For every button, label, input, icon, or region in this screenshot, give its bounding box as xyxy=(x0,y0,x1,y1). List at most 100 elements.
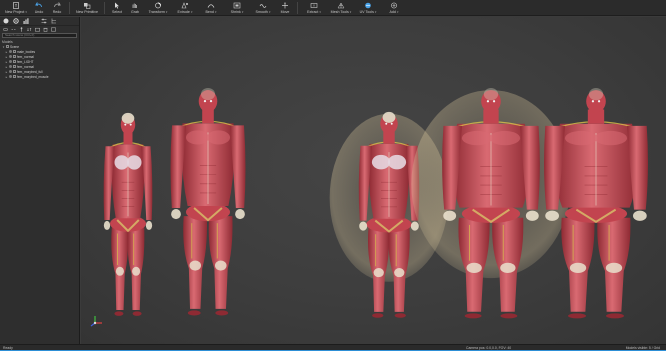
skull-top xyxy=(121,112,135,124)
chevron-down-icon[interactable]: ▾ xyxy=(2,45,5,49)
chevron-right-icon[interactable]: ▸ xyxy=(5,60,8,64)
knee xyxy=(214,260,227,271)
grab-button[interactable]: Grab xyxy=(126,0,144,16)
sliders-icon xyxy=(41,18,47,24)
knee xyxy=(373,268,384,278)
uv-tools-icon xyxy=(364,2,372,9)
transform-label: Transform xyxy=(148,10,165,14)
visibility-checkbox[interactable] xyxy=(6,45,9,48)
grab-icon xyxy=(131,2,139,9)
undo-icon xyxy=(35,2,43,9)
new-primitive-button[interactable]: New Primitive xyxy=(73,0,101,16)
undo-button[interactable]: Undo xyxy=(30,0,48,16)
tab-hierarchy[interactable] xyxy=(51,18,57,24)
shrink-button[interactable]: Shrink ▾ xyxy=(224,0,250,16)
3d-viewport[interactable] xyxy=(81,17,666,344)
scene-search-input[interactable]: Search scene (Ctrl+F) xyxy=(2,33,77,38)
extrude-label: Extrude xyxy=(177,10,190,14)
new-project-button[interactable]: New Project ▾ xyxy=(2,0,30,16)
visibility-eye-icon[interactable] xyxy=(9,60,12,63)
visibility-eye-icon[interactable] xyxy=(9,65,12,68)
foot xyxy=(568,313,587,319)
hand xyxy=(525,210,539,221)
sphere-icon xyxy=(3,18,9,24)
visibility-eye-icon[interactable] xyxy=(9,55,12,58)
mesh-tools-button[interactable]: Mesh Tools ▾ xyxy=(327,0,355,16)
toolbar-separator xyxy=(297,2,298,14)
delete-tool[interactable] xyxy=(43,27,48,32)
knee xyxy=(115,266,124,276)
visibility-checkbox[interactable] xyxy=(13,65,16,68)
tree-item-label: fem_morphed_full xyxy=(17,69,43,74)
grab-label: Grab xyxy=(131,10,139,14)
folder-tool[interactable] xyxy=(35,27,40,32)
bend-button[interactable]: Bend ▾ xyxy=(198,0,224,16)
visibility-eye-icon[interactable] xyxy=(9,75,12,78)
axis-gizmo-icon[interactable] xyxy=(89,314,103,328)
frame-tool[interactable] xyxy=(51,27,56,32)
smooth-button[interactable]: Smooth ▾ xyxy=(250,0,276,16)
sort-tool[interactable] xyxy=(27,27,32,32)
tree-item[interactable]: ▸ fem_morphed_muscle xyxy=(2,74,79,79)
visibility-checkbox[interactable] xyxy=(13,70,16,73)
figure-male-normal[interactable] xyxy=(170,88,246,316)
add-button[interactable]: Add ▾ xyxy=(381,0,407,16)
unlink-icon xyxy=(11,28,16,30)
trash-icon xyxy=(43,27,48,32)
extrude-button[interactable]: Extrude ▾ xyxy=(172,0,198,16)
chevron-right-icon[interactable]: ▸ xyxy=(5,75,8,79)
transform-button[interactable]: Transform ▾ xyxy=(144,0,172,16)
chevron-down-icon: ▾ xyxy=(374,10,377,14)
chevron-right-icon[interactable]: ▸ xyxy=(5,65,8,69)
chevron-down-icon: ▾ xyxy=(268,10,271,14)
figure-female-normal[interactable] xyxy=(103,112,153,316)
tab-scene[interactable] xyxy=(3,18,9,24)
main-toolbar: New Project ▾ Undo Redo New Primitive Select G… xyxy=(0,0,666,16)
unlink-tool[interactable] xyxy=(11,27,16,32)
visibility-eye-icon[interactable] xyxy=(9,50,12,53)
toolbar-separator xyxy=(69,2,70,14)
folder-icon xyxy=(35,27,40,31)
pectoral xyxy=(564,130,598,146)
pin-tool[interactable] xyxy=(19,26,24,32)
skull-top xyxy=(382,111,396,123)
extract-button[interactable]: Extract ▾ xyxy=(301,0,327,16)
uv-tools-button[interactable]: UV Tools ▾ xyxy=(355,0,381,16)
foot xyxy=(394,313,406,318)
foot xyxy=(500,313,518,319)
visibility-eye-icon[interactable] xyxy=(9,70,12,73)
chevron-down-icon: ▾ xyxy=(241,10,244,14)
tab-settings[interactable] xyxy=(13,18,19,24)
breast xyxy=(114,155,129,170)
pectoral xyxy=(594,130,628,146)
uv-tools-label: UV Tools xyxy=(359,10,374,14)
scene-panel: Search scene (Ctrl+F) Models ▾ Scene ▸ male… xyxy=(0,17,80,344)
move-button[interactable]: Move xyxy=(276,0,294,16)
visibility-checkbox[interactable] xyxy=(13,50,16,53)
chevron-down-icon: ▾ xyxy=(25,10,27,14)
chevron-right-icon[interactable]: ▸ xyxy=(5,50,8,54)
redo-label: Redo xyxy=(52,10,62,14)
visibility-checkbox[interactable] xyxy=(13,60,16,63)
chevron-right-icon[interactable]: ▸ xyxy=(5,70,8,74)
chevron-down-icon: ▾ xyxy=(396,10,399,14)
pin-icon xyxy=(20,26,23,32)
knee xyxy=(466,262,482,273)
tab-filters[interactable] xyxy=(41,18,47,24)
select-button[interactable]: Select xyxy=(108,0,126,16)
new-project-icon xyxy=(12,2,20,9)
pectoral xyxy=(461,130,493,146)
tab-stats[interactable] xyxy=(23,18,29,24)
eye xyxy=(486,100,490,103)
visibility-checkbox[interactable] xyxy=(13,75,16,78)
redo-icon xyxy=(53,2,61,9)
shrink-icon xyxy=(233,2,241,9)
chevron-right-icon[interactable]: ▸ xyxy=(5,55,8,59)
mesh-tools-label: Mesh Tools xyxy=(330,10,349,14)
link-tool[interactable] xyxy=(3,27,8,32)
pectoral xyxy=(489,130,521,146)
tree-item-label: fem_LIGHT xyxy=(17,59,34,64)
redo-button[interactable]: Redo xyxy=(48,0,66,16)
visibility-checkbox[interactable] xyxy=(13,55,16,58)
eye xyxy=(124,123,127,126)
